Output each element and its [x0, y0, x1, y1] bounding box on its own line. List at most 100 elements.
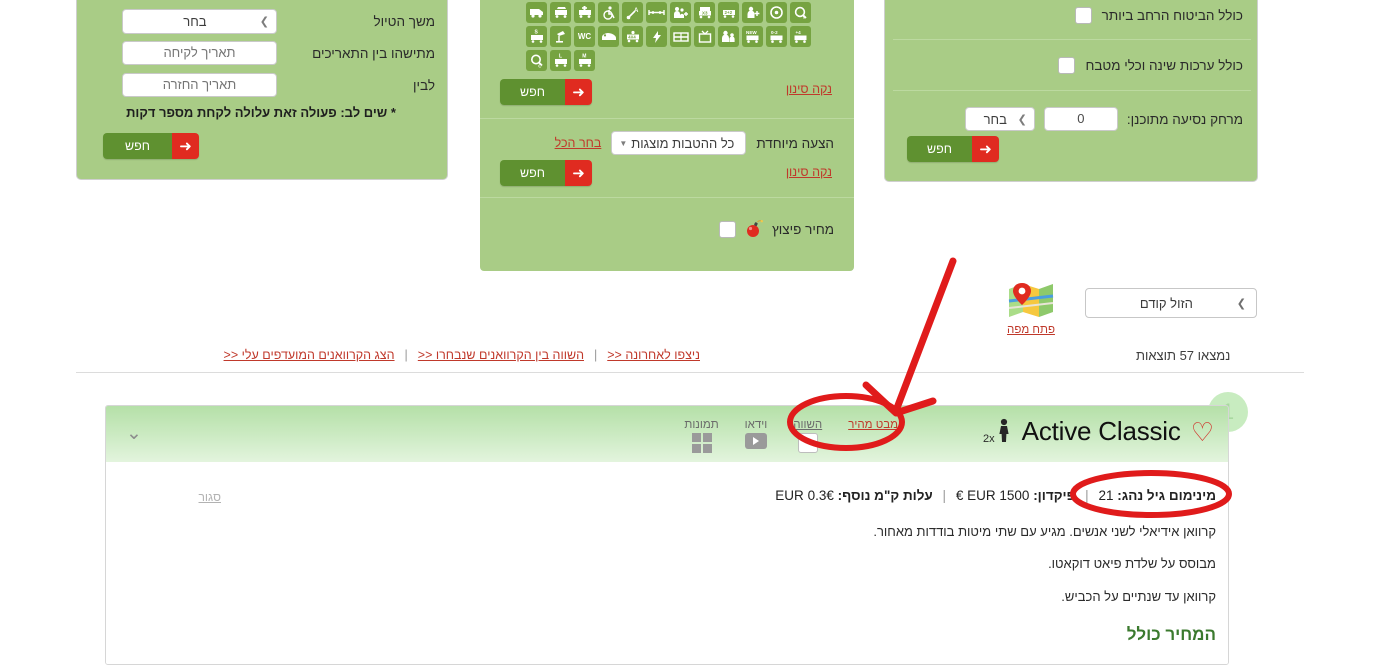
- four-by-four-icon[interactable]: 4X4: [622, 26, 643, 47]
- search-button-left[interactable]: ➜ חפש: [103, 133, 199, 159]
- new-caravan-icon[interactable]: NEW: [742, 26, 763, 47]
- sort-value: הזול קודם: [1139, 295, 1193, 311]
- kitchen-row: כולל ערכות שינה וכלי מטבח: [1058, 57, 1243, 74]
- distance-row: מרחק נסיעה מתוכנן: ❯ בחר: [964, 107, 1243, 131]
- recently-viewed-link[interactable]: ניצפו לאחרונה <<: [607, 348, 700, 362]
- compare-label: השווה: [793, 419, 823, 431]
- caravan-plus-icon[interactable]: [574, 2, 595, 23]
- wheelchair-icon[interactable]: [598, 2, 619, 23]
- family-plus-icon[interactable]: [670, 2, 691, 23]
- open-map-button[interactable]: פתח מפה: [1005, 281, 1057, 336]
- svg-text:NEW: NEW: [746, 30, 757, 35]
- special-offer-select[interactable]: כל ההטבות מוצגות ▼: [611, 131, 747, 155]
- van-icon[interactable]: [526, 2, 547, 23]
- qc-icon[interactable]: C: [526, 50, 547, 71]
- description-line: מבוסס על שלדת פיאט דוקאטו.: [1048, 556, 1216, 571]
- caravan-arrow-icon[interactable]: [550, 2, 571, 23]
- deposit-label: פיקדון:: [1033, 488, 1076, 503]
- bed-icon[interactable]: [670, 26, 691, 47]
- occupancy-count: 2x: [983, 433, 995, 445]
- pickup-date-input[interactable]: [122, 41, 277, 65]
- two-plus-two-icon[interactable]: 2+2: [718, 2, 739, 23]
- circle-icon[interactable]: [766, 2, 787, 23]
- clear-filter-link-2[interactable]: נקה סינון: [786, 165, 832, 179]
- special-offer-row: הצעה מיוחדת כל ההטבות מוצגות ▼ בחר הכל: [555, 131, 834, 155]
- feature-icon-grid: A X3 2+2 Y S WC 4X4 NEW 0-2 +4 C L M: [526, 2, 811, 71]
- person-plus-icon[interactable]: [742, 2, 763, 23]
- date-between-row: מתישהו בין התאריכים: [87, 41, 435, 65]
- lamp-icon[interactable]: [550, 26, 571, 47]
- special-offer-value: כל ההטבות מוצגות: [631, 135, 735, 151]
- automatic-gear-icon[interactable]: A: [622, 2, 643, 23]
- close-link[interactable]: סגור: [199, 490, 221, 504]
- svg-text:S: S: [534, 30, 538, 36]
- video-button[interactable]: וידאו: [744, 419, 768, 449]
- trip-duration-select[interactable]: ❯ בחר: [122, 9, 277, 34]
- compare-selected-link[interactable]: השווה בין הקרוואנים שנבחרו <<: [418, 348, 584, 362]
- quick-links-bar: ניצפו לאחרונה << | השווה בין הקרוואנים ש…: [224, 348, 700, 362]
- tv-icon[interactable]: [694, 26, 715, 47]
- svg-text:X3: X3: [702, 11, 708, 16]
- description-line: קרוואן עד שנתיים על הכביש.: [1061, 589, 1216, 604]
- arrow-left-icon: ➜: [564, 160, 592, 186]
- price-separator: |: [1085, 488, 1089, 503]
- family-icon[interactable]: [718, 26, 739, 47]
- search-button-middle-1[interactable]: ➜ חפש: [500, 79, 592, 105]
- kitchen-checkbox[interactable]: [1058, 57, 1076, 74]
- search-button-middle-1-label: חפש: [500, 79, 565, 105]
- chevron-down-icon: ❯: [1017, 113, 1027, 126]
- caravan-s-icon[interactable]: S: [526, 26, 547, 47]
- young-driver-icon[interactable]: Y: [790, 2, 811, 23]
- caravan-plus4-icon[interactable]: +4: [790, 26, 811, 47]
- search-button-right[interactable]: ➜ חפש: [907, 136, 999, 162]
- wc-icon[interactable]: WC: [574, 26, 595, 47]
- sleeper-icon[interactable]: [598, 26, 619, 47]
- select-all-link[interactable]: בחר הכל: [555, 136, 602, 150]
- price-info-line: מינימום גיל נהג: 21 | פיקדון: 1500 EUR €…: [775, 488, 1216, 503]
- open-map-label: פתח מפה: [1007, 324, 1055, 336]
- chevron-down-icon[interactable]: ⌄: [126, 424, 142, 443]
- compare-checkbox[interactable]: [797, 433, 818, 453]
- extra-km-label: עלות ק"מ נוסף:: [837, 488, 933, 503]
- play-icon: [744, 433, 767, 449]
- favorites-link[interactable]: הצג הקרוואנים המועדפים עלי <<: [224, 348, 395, 362]
- card-tools: מבט מהיר השווה וידאו תמונות: [684, 419, 898, 453]
- distance-unit-select[interactable]: ❯ בחר: [964, 107, 1035, 131]
- feature-icon-row: A X3 2+2 Y: [526, 2, 811, 23]
- trip-duration-value: בחר: [183, 14, 207, 29]
- video-label: וידאו: [744, 419, 768, 431]
- trip-duration-filter-panel: משך הטיול ❯ בחר מתישהו בין התאריכים לבין…: [76, 0, 448, 180]
- deposit-currency: EUR €: [955, 488, 996, 503]
- three-people-icon[interactable]: X3: [694, 2, 715, 23]
- caravan-0-2-icon[interactable]: 0-2: [766, 26, 787, 47]
- burst-price-row: מחיר פיצוץ: [718, 218, 834, 241]
- chevron-down-icon: ❯: [259, 16, 269, 28]
- search-button-middle-2[interactable]: ➜ חפש: [500, 160, 592, 186]
- svg-text:0-2: 0-2: [771, 30, 778, 35]
- return-date-input[interactable]: [122, 73, 277, 97]
- result-card-header: ♡ Active Classic 2x מבט מהיר השווה וידאו…: [106, 406, 1228, 464]
- link-separator: |: [404, 348, 408, 362]
- length-icon[interactable]: [646, 2, 667, 23]
- arrow-left-icon: ➜: [971, 136, 999, 162]
- result-title: Active Classic: [1021, 416, 1181, 446]
- trip-duration-label: משך הטיול: [373, 14, 436, 29]
- caravan-l-icon[interactable]: L: [550, 50, 571, 71]
- quick-view-button[interactable]: מבט מהיר: [848, 419, 898, 431]
- distance-input[interactable]: [1043, 107, 1118, 131]
- insurance-label: כולל הביטוח הרחב ביותר: [1101, 8, 1243, 23]
- heart-icon[interactable]: ♡: [1191, 419, 1214, 445]
- images-label: תמונות: [684, 419, 719, 431]
- clear-filter-link-1[interactable]: נקה סינון: [786, 82, 832, 96]
- trip-duration-row: משך הטיול ❯ בחר: [87, 9, 435, 34]
- sort-select[interactable]: ❯ הזול קודם: [1085, 288, 1257, 318]
- electric-icon[interactable]: [646, 26, 667, 47]
- images-button[interactable]: תמונות: [684, 419, 719, 453]
- burst-price-checkbox[interactable]: [718, 221, 736, 238]
- caravan-m-icon[interactable]: M: [574, 50, 595, 71]
- annotation-arrow-shaft: [893, 257, 957, 412]
- burst-price-label: מחיר פיצוץ: [771, 222, 834, 237]
- compare-checkbox-group[interactable]: השווה: [793, 419, 822, 453]
- insurance-checkbox[interactable]: [1074, 7, 1092, 24]
- total-price-label: המחיר כולל: [1126, 625, 1216, 644]
